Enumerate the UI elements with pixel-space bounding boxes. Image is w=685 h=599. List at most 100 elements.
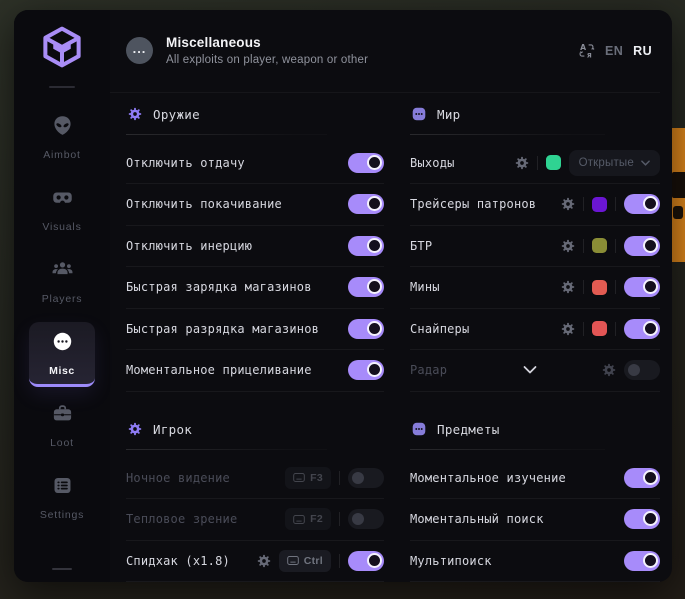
toggle-switch[interactable]	[624, 551, 660, 571]
toggle-switch[interactable]	[348, 360, 384, 380]
chevron-down-icon	[641, 160, 650, 166]
hotkey-badge[interactable]: F2	[285, 508, 331, 530]
toggle-switch[interactable]	[348, 236, 384, 256]
color-swatch[interactable]	[592, 321, 607, 336]
feature-row-no-recoil: Отключить отдачу	[126, 143, 384, 185]
section-header-player: Игрок	[126, 392, 384, 449]
briefcase-icon	[52, 403, 73, 429]
feature-label: Быстрая разрядка магазинов	[126, 322, 319, 336]
lang-ru[interactable]: RU	[633, 44, 652, 58]
sidebar-item-visuals[interactable]: Visuals	[29, 178, 95, 243]
toggle-switch[interactable]	[624, 360, 660, 380]
feature-label: Моментальное изучение	[410, 471, 566, 485]
feature-label: Моментальное прицеливание	[126, 363, 312, 377]
sidebar-item-aimbot[interactable]: Aimbot	[29, 106, 95, 171]
feature-label: Быстрая зарядка магазинов	[126, 280, 312, 294]
alien-icon	[52, 115, 73, 141]
sidebar-nav: Aimbot Visuals Players Misc	[14, 106, 110, 538]
banner-glyph	[673, 206, 683, 219]
color-swatch[interactable]	[592, 197, 607, 212]
feature-label: Выходы	[410, 156, 455, 170]
toggle-switch[interactable]	[624, 468, 660, 488]
sidebar-item-misc[interactable]: Misc	[29, 322, 95, 387]
toggle-switch[interactable]	[348, 277, 384, 297]
lang-en[interactable]: EN	[605, 44, 623, 58]
feature-label: Ночное видение	[126, 471, 230, 485]
feature-label: Отключить отдачу	[126, 156, 245, 170]
feature-row-mines: Мины	[410, 267, 660, 309]
feature-label: Отключить инерцию	[126, 239, 252, 253]
toggle-switch[interactable]	[348, 153, 384, 173]
toggle-switch[interactable]	[624, 509, 660, 529]
feature-label: Мультипоиск	[410, 554, 492, 568]
sidebar-item-label: Players	[42, 293, 83, 305]
svg-text:A: A	[580, 43, 586, 52]
page-header: ... Miscellaneous All exploits on player…	[110, 10, 672, 92]
feature-row-fast-reload: Быстрая зарядка магазинов	[126, 267, 384, 309]
feature-row-instant-loot: Моментальный поиск	[410, 499, 660, 541]
gear-icon[interactable]	[602, 363, 616, 377]
toggle-switch[interactable]	[348, 194, 384, 214]
content: Оружие Отключить отдачу Отключить покачи…	[110, 93, 672, 583]
translate-icon[interactable]: Aя	[578, 42, 595, 59]
sidebar: Aimbot Visuals Players Misc	[14, 10, 110, 582]
toggle-switch[interactable]	[624, 194, 660, 214]
feature-row-fast-unload: Быстрая разрядка магазинов	[126, 309, 384, 351]
toggle-switch[interactable]	[624, 319, 660, 339]
exits-dropdown[interactable]: Открытые	[569, 150, 660, 176]
hotkey-badge[interactable]: Ctrl	[279, 550, 331, 572]
sidebar-divider	[49, 86, 75, 88]
vr-goggles-icon	[52, 187, 73, 213]
feature-row-btr: БТР	[410, 226, 660, 268]
cheat-menu-window: Aimbot Visuals Players Misc	[14, 10, 672, 582]
color-swatch[interactable]	[592, 280, 607, 295]
sidebar-item-label: Misc	[49, 365, 75, 377]
color-swatch[interactable]	[546, 155, 561, 170]
gear-icon[interactable]	[561, 322, 575, 336]
gear-icon[interactable]	[257, 554, 271, 568]
hotkey-badge[interactable]: F3	[285, 467, 331, 489]
toggle-switch[interactable]	[624, 236, 660, 256]
toggle-switch[interactable]	[348, 509, 384, 529]
section-divider	[410, 449, 605, 450]
feature-label: Тепловое зрение	[126, 512, 237, 526]
sidebar-item-loot[interactable]: Loot	[29, 394, 95, 459]
toggle-switch[interactable]	[348, 319, 384, 339]
gear-icon[interactable]	[561, 280, 575, 294]
feature-row-no-inertia: Отключить инерцию	[126, 226, 384, 268]
section-title: Оружие	[153, 107, 200, 122]
page-subtitle: All exploits on player, weapon or other	[166, 54, 578, 66]
feature-label: Радар	[410, 363, 447, 377]
ellipsis-square-icon	[412, 107, 426, 121]
section-header-items: Предметы	[410, 392, 660, 449]
section-divider	[126, 134, 327, 135]
section-title: Предметы	[437, 422, 500, 437]
sidebar-item-label: Loot	[50, 437, 74, 449]
language-switcher: Aя EN RU	[578, 42, 652, 59]
main-panel: ... Miscellaneous All exploits on player…	[110, 10, 672, 582]
feature-label: Трейсеры патронов	[410, 197, 536, 211]
sidebar-item-label: Aimbot	[43, 149, 80, 161]
toggle-switch[interactable]	[348, 468, 384, 488]
feature-label: БТР	[410, 239, 432, 253]
ellipsis-circle-icon: ...	[126, 37, 153, 64]
toggle-switch[interactable]	[624, 277, 660, 297]
feature-row-speedhack: Спидхак (x1.8) Ctrl	[126, 541, 384, 583]
feature-row-thermal-vision: Тепловое зрение F2	[126, 499, 384, 541]
gear-icon	[128, 107, 142, 121]
gear-icon[interactable]	[561, 197, 575, 211]
gear-icon[interactable]	[561, 239, 575, 253]
section-header-world: Мир	[410, 93, 660, 134]
sidebar-item-label: Settings	[40, 509, 84, 521]
chevron-down-icon[interactable]	[523, 366, 537, 375]
color-swatch[interactable]	[592, 238, 607, 253]
players-icon	[52, 259, 73, 285]
sidebar-item-players[interactable]: Players	[29, 250, 95, 315]
feature-label: Снайперы	[410, 322, 469, 336]
ellipsis-circle-icon	[52, 331, 73, 357]
gear-icon[interactable]	[515, 156, 529, 170]
toggle-switch[interactable]	[348, 551, 384, 571]
background-banner	[672, 128, 685, 262]
sidebar-item-settings[interactable]: Settings	[29, 466, 95, 531]
feature-label: Отключить покачивание	[126, 197, 282, 211]
